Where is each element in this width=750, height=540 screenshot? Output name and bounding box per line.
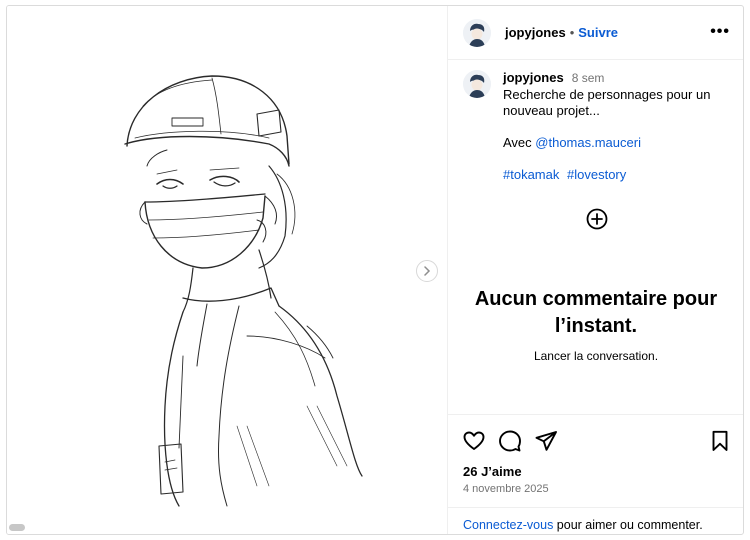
- post-card: jopyjones • Suivre ••• jopyjones 8 sem R…: [6, 5, 744, 535]
- plus-circle-icon[interactable]: [585, 207, 609, 231]
- hashtag-link[interactable]: #lovestory: [567, 167, 626, 182]
- header-username[interactable]: jopyjones: [505, 25, 566, 40]
- caption-time[interactable]: 8 sem: [572, 70, 605, 86]
- caption-username[interactable]: jopyjones: [503, 70, 564, 86]
- chevron-right-icon: [424, 266, 431, 276]
- action-icons: [462, 429, 732, 453]
- post-sidebar: jopyjones • Suivre ••• jopyjones 8 sem R…: [448, 6, 743, 534]
- follow-button[interactable]: Suivre: [578, 25, 618, 40]
- heart-icon[interactable]: [462, 429, 486, 453]
- bookmark-icon[interactable]: [708, 429, 732, 453]
- login-rest-text: pour aimer ou commenter.: [553, 518, 703, 532]
- hashtag-link[interactable]: #tokamak: [503, 167, 559, 182]
- hashtags: #tokamak #lovestory: [503, 167, 735, 183]
- login-link[interactable]: Connectez-vous: [463, 518, 553, 532]
- more-dots-icon[interactable]: •••: [710, 23, 730, 41]
- caption-mention-line: Avec @thomas.mauceri: [503, 135, 735, 151]
- avatar[interactable]: [463, 18, 491, 47]
- likes-count[interactable]: 26 J’aime: [463, 464, 522, 479]
- empty-title: Aucun commentaire pour l’instant.: [474, 288, 718, 337]
- caption-text: Recherche de personnages pour un nouveau…: [503, 87, 711, 118]
- sketch-image: [124, 75, 363, 507]
- actions-section: 26 J’aime 4 novembre 2025 Connectez-vous…: [448, 414, 743, 534]
- post-header: jopyjones • Suivre •••: [448, 6, 743, 60]
- empty-comments: Aucun commentaire pour l’instant. Lancer…: [448, 286, 743, 363]
- separator-dot: •: [569, 25, 575, 40]
- login-prompt: Connectez-vous pour aimer ou commenter.: [448, 507, 743, 532]
- post-date[interactable]: 4 novembre 2025: [463, 483, 549, 495]
- empty-subtitle: Lancer la conversation.: [533, 349, 659, 363]
- comment-icon[interactable]: [498, 429, 522, 453]
- carousel-indicator: [9, 524, 25, 531]
- mention-link[interactable]: @thomas.mauceri: [535, 135, 641, 150]
- share-icon[interactable]: [534, 429, 558, 453]
- avec-label: Avec: [503, 135, 536, 150]
- caption-avatar[interactable]: [463, 70, 491, 98]
- next-image-button[interactable]: [416, 260, 438, 282]
- post-media[interactable]: [7, 6, 448, 534]
- caption-body: jopyjones 8 sem Recherche de personnages…: [503, 70, 735, 183]
